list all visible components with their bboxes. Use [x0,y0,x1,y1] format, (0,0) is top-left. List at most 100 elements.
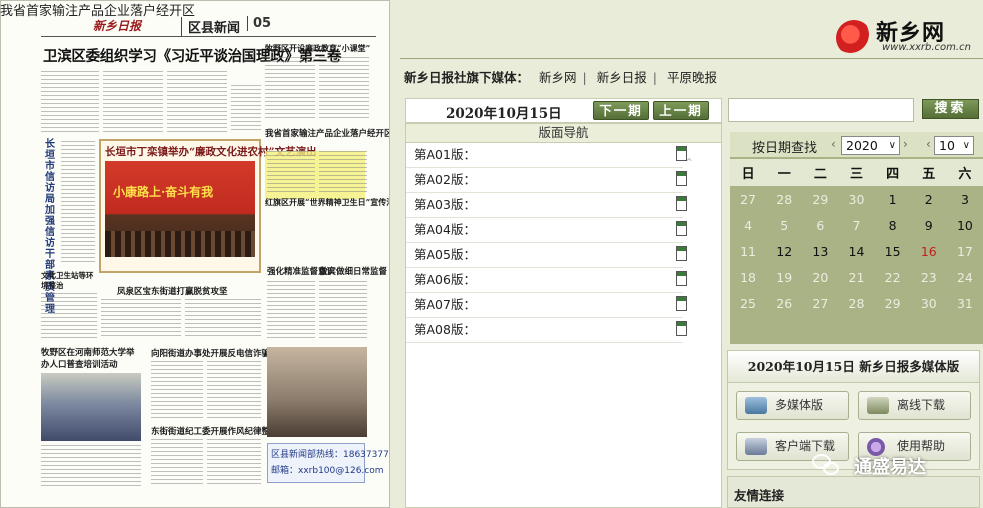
previous-issue-button[interactable]: 上一期 [653,101,709,120]
brand-url: www.xxrb.com.cn [882,42,971,53]
calendar-weekday: 四 [874,159,911,186]
calendar-day[interactable]: 1 [875,186,911,212]
calendar-days: 27 28 29 30 1 2 3 4 5 6 7 8 9 10 11 12 13 14 15 16 17 18 19 20 2… [730,186,983,342]
pdf-icon[interactable] [676,296,687,311]
paper-text-block [103,71,163,133]
page-list-item[interactable]: 第A04版： [406,218,687,243]
page-list-item[interactable]: 第A05版： [406,243,687,268]
monitor-icon [745,438,767,455]
offline-download-button[interactable]: 离线下载 [858,391,971,420]
page-list-label: 第A01版： [414,147,476,162]
page-list-item[interactable]: 第A07版： [406,293,687,318]
calendar-day[interactable]: 10 [947,212,983,238]
next-issue-button[interactable]: 下一期 [593,101,649,120]
calendar-day: 20 [812,269,829,285]
calendar-day[interactable]: 3 [947,186,983,212]
page-list-item[interactable]: 第A03版： [406,193,687,218]
page-list-item[interactable]: 第A02版： [406,168,687,193]
site-brand[interactable]: 新乡网 www.xxrb.com.cn [834,14,980,58]
newspaper-page-image[interactable]: 新乡日报 区县新闻 05 卫滨区委组织学习《习近平谈治国理政》第三卷 牧野区开设… [0,0,390,508]
calendar-day: 25 [740,295,757,311]
paper-text-block [151,361,203,419]
page-list-item[interactable]: 第A01版： [406,143,687,168]
calendar-day [838,316,874,342]
calendar-weekday: 五 [910,159,947,186]
year-next-icon[interactable]: › [903,137,908,151]
laptop-icon [867,397,889,414]
paper-article-headline[interactable]: 东街街道纪工委开展作风纪律整顿 [151,425,279,437]
paper-text-block [207,361,261,419]
paper-photo [41,373,141,441]
calendar-day: 19 [776,269,793,285]
pdf-icon[interactable] [676,321,687,336]
paper-article-headline[interactable]: 文化卫生站等环境整治 [41,271,97,291]
media-link-pingyuan-evening[interactable]: 平原晚报 [667,70,717,85]
paper-text-block [207,439,261,487]
calendar-day[interactable]: 12 [766,238,802,264]
date-calendar: 按日期查找 ‹ 2020 ∨ › ‹ 10 ∨ 日一二三四五六 27 28 29 30 1 2… [730,132,983,344]
calendar-week-row: 11 12 13 14 15 16 17 [730,238,983,264]
pdf-icon[interactable] [676,146,687,161]
year-select-value: 2020 [846,138,878,153]
paper-text-block [101,299,181,339]
calendar-day: 11 [740,243,757,259]
paper-article-headline[interactable]: 我省首家输注产品企业落户经开区 [265,127,389,139]
calendar-day[interactable]: 15 [875,238,911,264]
page-list-label: 第A02版： [414,172,476,187]
calendar-day: 28 [848,295,865,311]
page-list-label: 第A03版： [414,197,476,212]
search-input[interactable] [728,98,914,122]
paper-text-block [61,141,95,265]
paper-text-block [319,281,367,341]
calendar-day: 29 [812,191,829,207]
calendar-weekday: 一 [766,159,803,186]
calendar-day[interactable]: 16 [911,238,947,264]
month-prev-icon[interactable]: ‹ [926,137,931,151]
year-select[interactable]: 2020 ∨ [841,136,900,155]
calendar-week-row: 27 28 29 30 1 2 3 [730,186,983,212]
page-list-item[interactable]: 第A08版： [406,318,687,343]
calendar-day[interactable]: 8 [875,212,911,238]
paper-text-block [41,71,99,133]
search-button[interactable]: 搜索 [922,99,979,119]
calendar-weekday: 三 [838,159,875,186]
calendar-weekday: 二 [802,159,839,186]
calendar-day: 28 [776,191,793,207]
calendar-day[interactable]: 2 [911,186,947,212]
media-link-xinxiang-daily[interactable]: 新乡日报 [597,70,647,85]
year-prev-icon[interactable]: ‹ [831,137,836,151]
calendar-day[interactable]: 14 [838,238,874,264]
calendar-day[interactable]: 13 [802,238,838,264]
client-download-label: 客户端下载 [775,439,836,453]
pdf-icon[interactable] [676,196,687,211]
calendar-day [766,316,802,342]
paper-photo-stage [105,231,255,257]
paper-article-headline[interactable]: 红旗区开展“世界精神卫生日”宣传活动 [265,197,389,208]
calendar-week-row: 4 5 6 7 8 9 10 [730,212,983,238]
watermark-text: 通盛易达 [854,457,926,478]
calendar-day: 17 [956,243,973,259]
page-list-item[interactable]: 第A06版： [406,268,687,293]
friend-links-panel: 友情连接 [727,476,980,508]
pdf-icon[interactable] [676,246,687,261]
pdf-icon[interactable] [676,171,687,186]
paper-article-headline[interactable]: 牧野区开设廉政教育“小课堂” [265,43,370,54]
calendar-header: 按日期查找 ‹ 2020 ∨ › ‹ 10 ∨ [730,132,983,158]
paper-text-block [319,57,369,119]
multimedia-edition-button[interactable]: 多媒体版 [736,391,849,420]
calendar-day[interactable]: 9 [911,212,947,238]
paper-article-headline[interactable]: 做实做细日常监督 [319,265,387,277]
pdf-icon[interactable] [676,221,687,236]
paper-feature-box[interactable]: 长垣市丁栾镇举办“廉政文化进农村”文艺演出 小康路上·奋斗有我 [99,139,317,273]
calendar-day: 27 [812,295,829,311]
paper-photo [267,347,367,437]
paper-page-number: 05 [247,16,271,31]
media-link-xinxiangwang[interactable]: 新乡网 [539,70,577,85]
multimedia-edition-label: 多媒体版 [775,398,824,412]
pdf-icon[interactable] [676,271,687,286]
calendar-day: 18 [740,269,757,285]
paper-text-block [41,445,141,487]
paper-article-headline[interactable]: 凤泉区宝东街道打赢脱贫攻坚 [117,285,228,297]
paper-article-headline[interactable]: 牧野区在河南师范大学举办人口普查培训活动 [41,347,141,371]
month-select[interactable]: 10 ∨ [934,136,974,155]
